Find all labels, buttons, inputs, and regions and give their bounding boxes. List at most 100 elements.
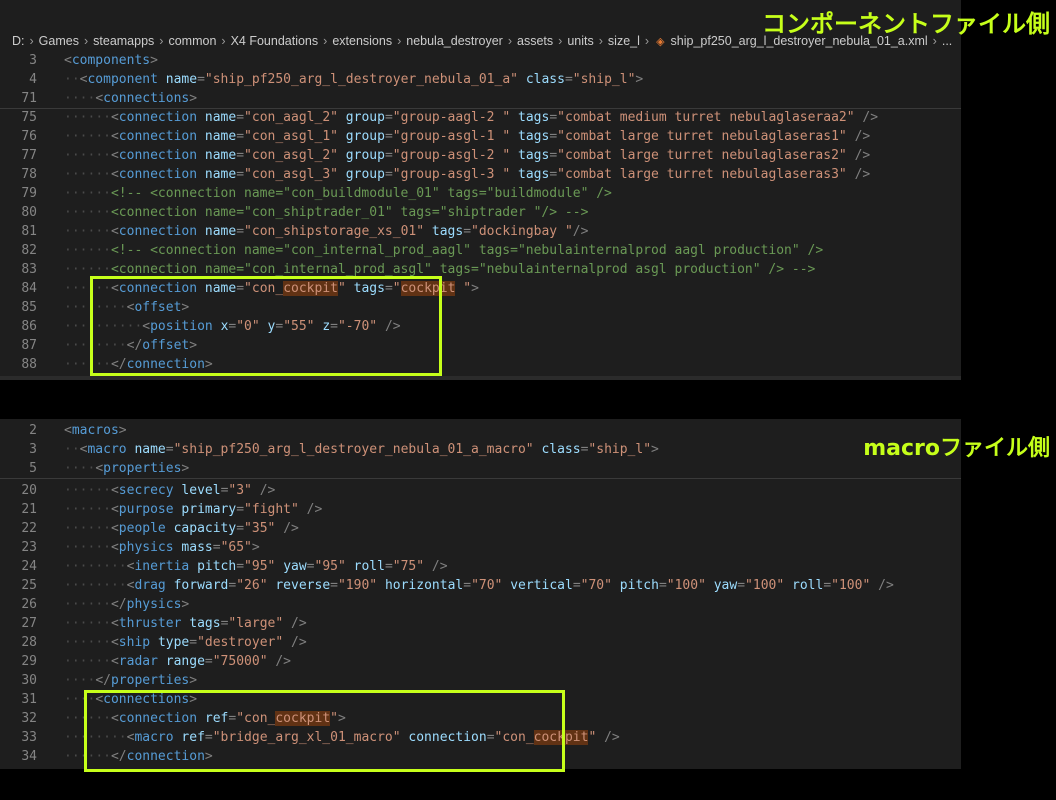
code-line[interactable]: 5 ····<properties> — [0, 459, 961, 478]
code-lines[interactable]: 20 ······<secrecy level="3" /> 21 ······<pu… — [0, 481, 961, 766]
line-number: 85 — [21, 300, 37, 315]
breadcrumb-segment[interactable]: size_l — [608, 34, 640, 48]
code-token: tags — [431, 224, 464, 239]
indent-guide: ·· — [64, 578, 80, 593]
code-line[interactable]: 29 ······<radar range="75000" /> — [0, 652, 961, 671]
code-line[interactable]: 86 ··········<position x="0" y="55" z="-7… — [0, 317, 961, 336]
code-line[interactable]: 4 ··<component name="ship_pf250_arg_l_des… — [0, 70, 961, 89]
indent-guide: ·· — [79, 711, 96, 726]
indent-guide: ·· — [79, 167, 96, 182]
code-line[interactable]: 30 ····</properties> — [0, 671, 961, 690]
code-line[interactable]: 81 ······<connection name="con_shipstorag… — [0, 222, 961, 241]
code-token: = — [212, 540, 221, 555]
indent-guide: ·· — [95, 319, 111, 334]
code-token: < — [110, 483, 119, 498]
search-match: cockpit — [400, 281, 456, 296]
line-number: 29 — [21, 654, 37, 669]
code-line[interactable]: 3 ··<macro name="ship_pf250_arg_l_destroy… — [0, 440, 961, 459]
breadcrumb-segment[interactable]: D: — [12, 34, 25, 48]
code-line[interactable]: 34 ······</connection> — [0, 747, 961, 766]
code-text: ······<radar range="75000" /> — [64, 652, 291, 671]
code-line[interactable]: 26 ······</physics> — [0, 595, 961, 614]
code-line[interactable]: 88 ······</connection> — [0, 355, 961, 374]
line-number: 79 — [21, 186, 37, 201]
code-line[interactable]: 3 <components> — [0, 51, 961, 70]
code-line[interactable]: 24 ········<inertia pitch="95" yaw="95" r… — [0, 557, 961, 576]
code-token: "dockingbay " — [471, 224, 573, 239]
indent-guide: ·· — [95, 711, 111, 726]
sticky-scroll-header[interactable]: 3 <components> 4 ··<component name="ship_pf… — [0, 51, 961, 108]
component-editor-pane[interactable]: D: › Games › steamapps › common › X4 Foundations… — [0, 0, 961, 376]
line-number: 86 — [21, 319, 37, 334]
indent-guide: ·· — [79, 319, 96, 334]
breadcrumb-segment[interactable]: units — [567, 34, 593, 48]
line-number: 33 — [21, 730, 37, 745]
macro-editor-pane[interactable]: 2 <macros> 3 ··<macro name="ship_pf250_arg_… — [0, 419, 961, 769]
indent-guide: ·· — [95, 262, 111, 277]
code-token: name — [204, 148, 237, 163]
code-token: name — [134, 442, 166, 457]
code-line[interactable]: 28 ······<ship type="destroyer" /> — [0, 633, 961, 652]
code-line[interactable]: 20 ······<secrecy level="3" /> — [0, 481, 961, 500]
code-token: < — [142, 319, 151, 334]
code-line[interactable]: 85 ········<offset> — [0, 298, 961, 317]
code-token: "con_ — [494, 730, 534, 745]
code-line[interactable]: 79 ······<!-- <connection name="con_build… — [0, 184, 961, 203]
code-text: ··········<position x="0" y="55" z="-70"… — [64, 317, 401, 336]
code-line[interactable]: 84 ······<connection name="con_cockpit" t… — [0, 279, 961, 298]
code-token: "con_ — [236, 711, 276, 726]
code-text: ······<connection name="con_internal_pro… — [64, 260, 815, 279]
breadcrumb-segment[interactable]: steamapps — [93, 34, 154, 48]
code-token: = — [384, 129, 393, 144]
code-token: > — [204, 749, 213, 764]
code-line[interactable]: 32 ······<connection ref="con_cockpit"> — [0, 709, 961, 728]
code-token: connection — [118, 148, 198, 163]
sticky-scroll-header[interactable]: 2 <macros> 3 ··<macro name="ship_pf250_arg_… — [0, 421, 961, 478]
code-line[interactable]: 83 ······<connection name="con_internal_p… — [0, 260, 961, 279]
line-number: 20 — [21, 483, 37, 498]
breadcrumb-segment[interactable]: extensions — [332, 34, 392, 48]
code-token: < — [110, 129, 119, 144]
code-line[interactable]: 75 ······<connection name="con_aagl_2" gr… — [0, 108, 961, 127]
code-token: = — [275, 319, 284, 334]
code-line[interactable]: 33 ········<macro ref="bridge_arg_xl_01_m… — [0, 728, 961, 747]
breadcrumb-segment[interactable]: common — [168, 34, 216, 48]
code-line[interactable]: 2 <macros> — [0, 421, 961, 440]
code-token: = — [384, 148, 393, 163]
code-line[interactable]: 78 ······<connection name="con_asgl_3" gr… — [0, 165, 961, 184]
code-text: ······<connection ref="con_cockpit"> — [64, 709, 346, 728]
indent-guide: ·· — [79, 461, 96, 476]
breadcrumb-segment[interactable]: Games — [39, 34, 79, 48]
code-text: ····<connections> — [64, 89, 197, 108]
code-line[interactable]: 82 ······<!-- <connection name="con_inter… — [0, 241, 961, 260]
code-line[interactable]: 80 ······<connection name="con_shiptrader… — [0, 203, 961, 222]
line-number: 3 — [29, 53, 37, 68]
code-token: "combat large turret nebulaglaseras3" — [557, 167, 847, 182]
code-line[interactable]: 21 ······<purpose primary="fight" /> — [0, 500, 961, 519]
code-line[interactable]: 77 ······<connection name="con_asgl_2" gr… — [0, 146, 961, 165]
code-token: > — [337, 711, 346, 726]
code-token: reverse — [275, 578, 331, 593]
code-line[interactable]: 76 ······<connection name="con_asgl_1" gr… — [0, 127, 961, 146]
code-token: </ — [110, 749, 127, 764]
breadcrumb-segment[interactable]: nebula_destroyer — [406, 34, 503, 48]
code-lines[interactable]: 75 ······<connection name="con_aagl_2" gr… — [0, 108, 961, 374]
code-line[interactable]: 23 ······<physics mass="65"> — [0, 538, 961, 557]
code-line[interactable]: 87 ········</offset> — [0, 336, 961, 355]
breadcrumb-segment[interactable]: X4 Foundations — [231, 34, 319, 48]
code-line[interactable]: 71 ····<connections> — [0, 89, 961, 108]
code-token: "70" — [471, 578, 503, 593]
breadcrumb-separator-icon: › — [598, 34, 603, 48]
code-line[interactable]: 25 ········<drag forward="26" reverse="19… — [0, 576, 961, 595]
code-line[interactable]: 22 ······<people capacity="35" /> — [0, 519, 961, 538]
code-line[interactable]: 27 ······<thruster tags="large" /> — [0, 614, 961, 633]
line-number: 78 — [21, 167, 37, 182]
breadcrumb-segment[interactable]: assets — [517, 34, 553, 48]
code-line[interactable]: 31 ····<connections> — [0, 690, 961, 709]
